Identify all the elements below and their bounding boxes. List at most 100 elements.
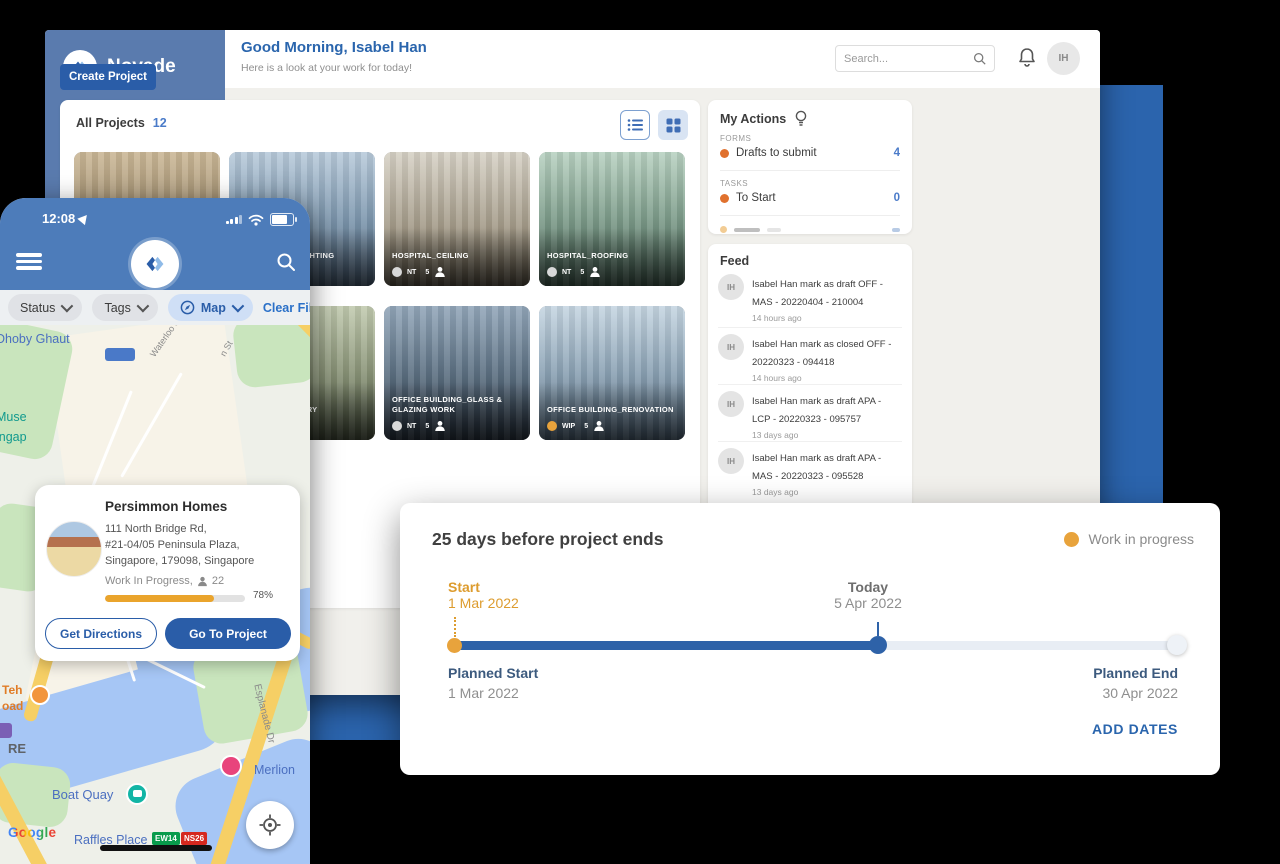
project-card[interactable]: OFFICE BUILDING_RENOVATION WIP 5 <box>539 306 685 440</box>
tags-filter-chip[interactable]: Tags <box>92 294 157 321</box>
search-input[interactable]: Search... <box>835 45 995 72</box>
notifications-bell-icon[interactable] <box>1017 47 1037 69</box>
greeting-subtitle: Here is a look at your work for today! <box>241 62 412 74</box>
chevron-down-icon <box>61 300 74 313</box>
lightbulb-icon <box>794 110 808 128</box>
end-dot[interactable] <box>1167 635 1187 655</box>
project-card[interactable]: OFFICE BUILDING_GLASS & GLAZING WORK NT … <box>384 306 530 440</box>
map-view-chip[interactable]: Map <box>168 294 253 321</box>
wifi-icon <box>248 214 264 226</box>
chevron-down-icon <box>136 300 149 313</box>
list-view-button[interactable] <box>620 110 650 140</box>
menu-icon[interactable] <box>16 253 42 273</box>
start-marker-label: Start 1 Mar 2022 <box>448 579 519 611</box>
create-project-button[interactable]: Create Project <box>60 64 156 90</box>
today-marker-label: Today 5 Apr 2022 <box>808 579 928 611</box>
map-canvas[interactable]: Dhoby Ghaut Muse ingap Waterloo St n St … <box>0 325 310 864</box>
add-dates-link[interactable]: ADD DATES <box>1092 721 1178 737</box>
map-station-badge <box>0 723 12 738</box>
grid-view-icon <box>666 118 681 133</box>
location-status: Work In Progress, 22 <box>105 575 224 587</box>
user-avatar[interactable]: IH <box>1047 42 1080 75</box>
planned-start-label: Planned Start 1 Mar 2022 <box>448 665 538 701</box>
timeline-card: 25 days before project ends Work in prog… <box>400 503 1220 775</box>
tasks-section-label: TASKS <box>720 179 748 188</box>
mrt-badge-ew14: EW14 <box>152 832 180 845</box>
my-actions-title: My Actions <box>720 110 808 128</box>
projects-title-row: All Projects 12 <box>76 116 167 130</box>
map-poi-icon[interactable] <box>30 685 50 705</box>
status-dot <box>392 267 402 277</box>
mrt-badge-ns26: NS26 <box>181 832 207 845</box>
status-filter-chip[interactable]: Status <box>8 294 82 321</box>
projects-title: All Projects <box>76 116 145 130</box>
action-item-clipped[interactable] <box>720 226 900 233</box>
novade-logo-icon <box>131 240 179 288</box>
map-label-boat-quay: Boat Quay <box>52 787 113 802</box>
map-label-museum: Muse <box>0 410 27 424</box>
my-actions-panel: My Actions FORMS Drafts to submit 4 TASK… <box>708 100 912 234</box>
start-dot[interactable] <box>447 638 462 653</box>
map-label-teh: Teh <box>2 683 22 697</box>
view-toggles <box>620 110 688 140</box>
compass-icon <box>180 300 195 315</box>
clipped-text <box>734 228 760 232</box>
target-icon <box>259 814 281 836</box>
start-connector-line <box>454 617 456 637</box>
feed-item[interactable]: IH Isabel Han mark as draft APA - LCP - … <box>718 391 902 440</box>
action-item-drafts[interactable]: Drafts to submit 4 <box>720 147 900 159</box>
camera-poi-icon[interactable] <box>126 783 148 805</box>
location-info-card: Persimmon Homes 111 North Bridge Rd, #21… <box>35 485 300 661</box>
phone-mockup: 12:08 <box>0 198 310 864</box>
phone-status-bar: 12:08 <box>0 198 310 240</box>
feed-item[interactable]: IH Isabel Han mark as draft OFF - MAS - … <box>718 274 902 323</box>
battery-icon <box>270 213 294 226</box>
progress-percent: 78% <box>253 590 273 601</box>
projects-count: 12 <box>153 116 167 130</box>
orange-dot-icon <box>720 194 729 203</box>
location-photo <box>46 521 102 577</box>
filter-bar: Status Tags Map Clear Filt <box>0 290 310 325</box>
members-icon <box>197 576 208 587</box>
map-label-road: oad <box>2 699 23 713</box>
search-placeholder: Search... <box>844 53 888 65</box>
today-dot[interactable] <box>869 636 887 654</box>
map-park <box>232 325 310 389</box>
feed-item[interactable]: IH Isabel Han mark as closed OFF - 20220… <box>718 334 902 383</box>
timeline-legend: Work in progress <box>1064 531 1194 547</box>
avatar: IH <box>718 391 744 417</box>
project-card[interactable]: HOSPITAL_ROOFING NT 5 <box>539 152 685 286</box>
action-item-to-start[interactable]: To Start 0 <box>720 192 900 204</box>
grid-view-button[interactable] <box>658 110 688 140</box>
address-line: #21-04/05 Peninsula Plaza, <box>105 539 240 551</box>
members-icon <box>593 420 605 432</box>
map-poi-icon[interactable] <box>220 755 242 777</box>
map-label-dhoby-ghaut: Dhoby Ghaut <box>0 332 70 346</box>
project-card[interactable]: HOSPITAL_CEILING NT 5 <box>384 152 530 286</box>
progress-fill <box>105 595 214 602</box>
google-logo: Google <box>8 825 56 840</box>
orange-dot-icon <box>720 149 729 158</box>
timeline-track[interactable] <box>455 641 1178 650</box>
search-icon[interactable] <box>276 252 296 272</box>
go-to-project-button[interactable]: Go To Project <box>165 618 291 649</box>
planned-end-label: Planned End 30 Apr 2022 <box>1093 665 1178 701</box>
location-arrow-icon <box>78 212 91 225</box>
forms-section-label: FORMS <box>720 134 751 143</box>
progress-bar <box>105 595 245 602</box>
avatar: IH <box>718 448 744 474</box>
get-directions-button[interactable]: Get Directions <box>45 618 157 649</box>
chevron-down-icon <box>231 300 244 313</box>
status-dot <box>547 421 557 431</box>
my-location-button[interactable] <box>246 801 294 849</box>
feed-item[interactable]: IH Isabel Han mark as draft APA - MAS - … <box>718 448 902 497</box>
clear-filters-link[interactable]: Clear Filt <box>263 301 310 315</box>
members-icon <box>434 420 446 432</box>
today-connector-line <box>877 622 879 636</box>
orange-dot-icon <box>720 226 727 233</box>
map-label-merlion: Merlion <box>254 763 295 777</box>
home-indicator <box>100 845 212 851</box>
greeting: Good Morning, Isabel Han <box>241 39 427 56</box>
avatar: IH <box>718 334 744 360</box>
address-line: Singapore, 179098, Singapore <box>105 555 254 567</box>
